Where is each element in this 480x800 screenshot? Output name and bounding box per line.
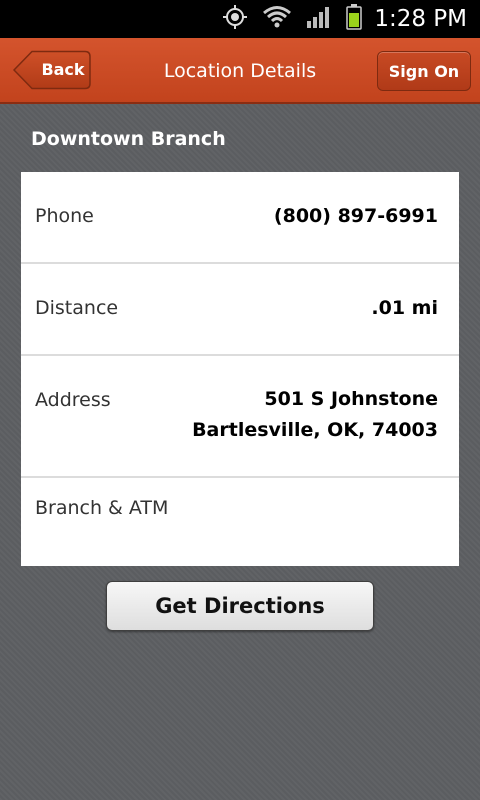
phone-label: Phone (35, 205, 94, 227)
location-details-card: Phone (800) 897-6991 Distance .01 mi Add… (21, 172, 459, 566)
navigation-header: Back Location Details Sign On (0, 38, 480, 104)
status-bar: 1:28 PM (0, 0, 480, 38)
address-row[interactable]: Address 501 S Johnstone Bartlesville, OK… (21, 356, 459, 478)
distance-row: Distance .01 mi (21, 264, 459, 356)
battery-icon (346, 4, 362, 34)
gps-icon (222, 4, 248, 34)
signal-icon (306, 5, 332, 33)
location-type-row: Branch & ATM (21, 478, 459, 566)
phone-value[interactable]: (800) 897-6991 (274, 201, 438, 232)
location-type-label: Branch & ATM (35, 497, 169, 519)
address-label: Address (35, 389, 111, 411)
status-time: 1:28 PM (374, 6, 467, 32)
address-value: 501 S Johnstone Bartlesville, OK, 74003 (192, 384, 438, 446)
wifi-icon (262, 5, 292, 33)
distance-value: .01 mi (371, 297, 438, 319)
address-line-1: 501 S Johnstone (264, 388, 438, 410)
branch-name: Downtown Branch (31, 128, 226, 150)
sign-on-button[interactable]: Sign On (377, 51, 471, 91)
status-icons (222, 4, 362, 34)
get-directions-button[interactable]: Get Directions (106, 581, 374, 631)
address-line-2: Bartlesville, OK, 74003 (192, 419, 438, 441)
phone-row[interactable]: Phone (800) 897-6991 (21, 172, 459, 264)
distance-label: Distance (35, 297, 119, 319)
